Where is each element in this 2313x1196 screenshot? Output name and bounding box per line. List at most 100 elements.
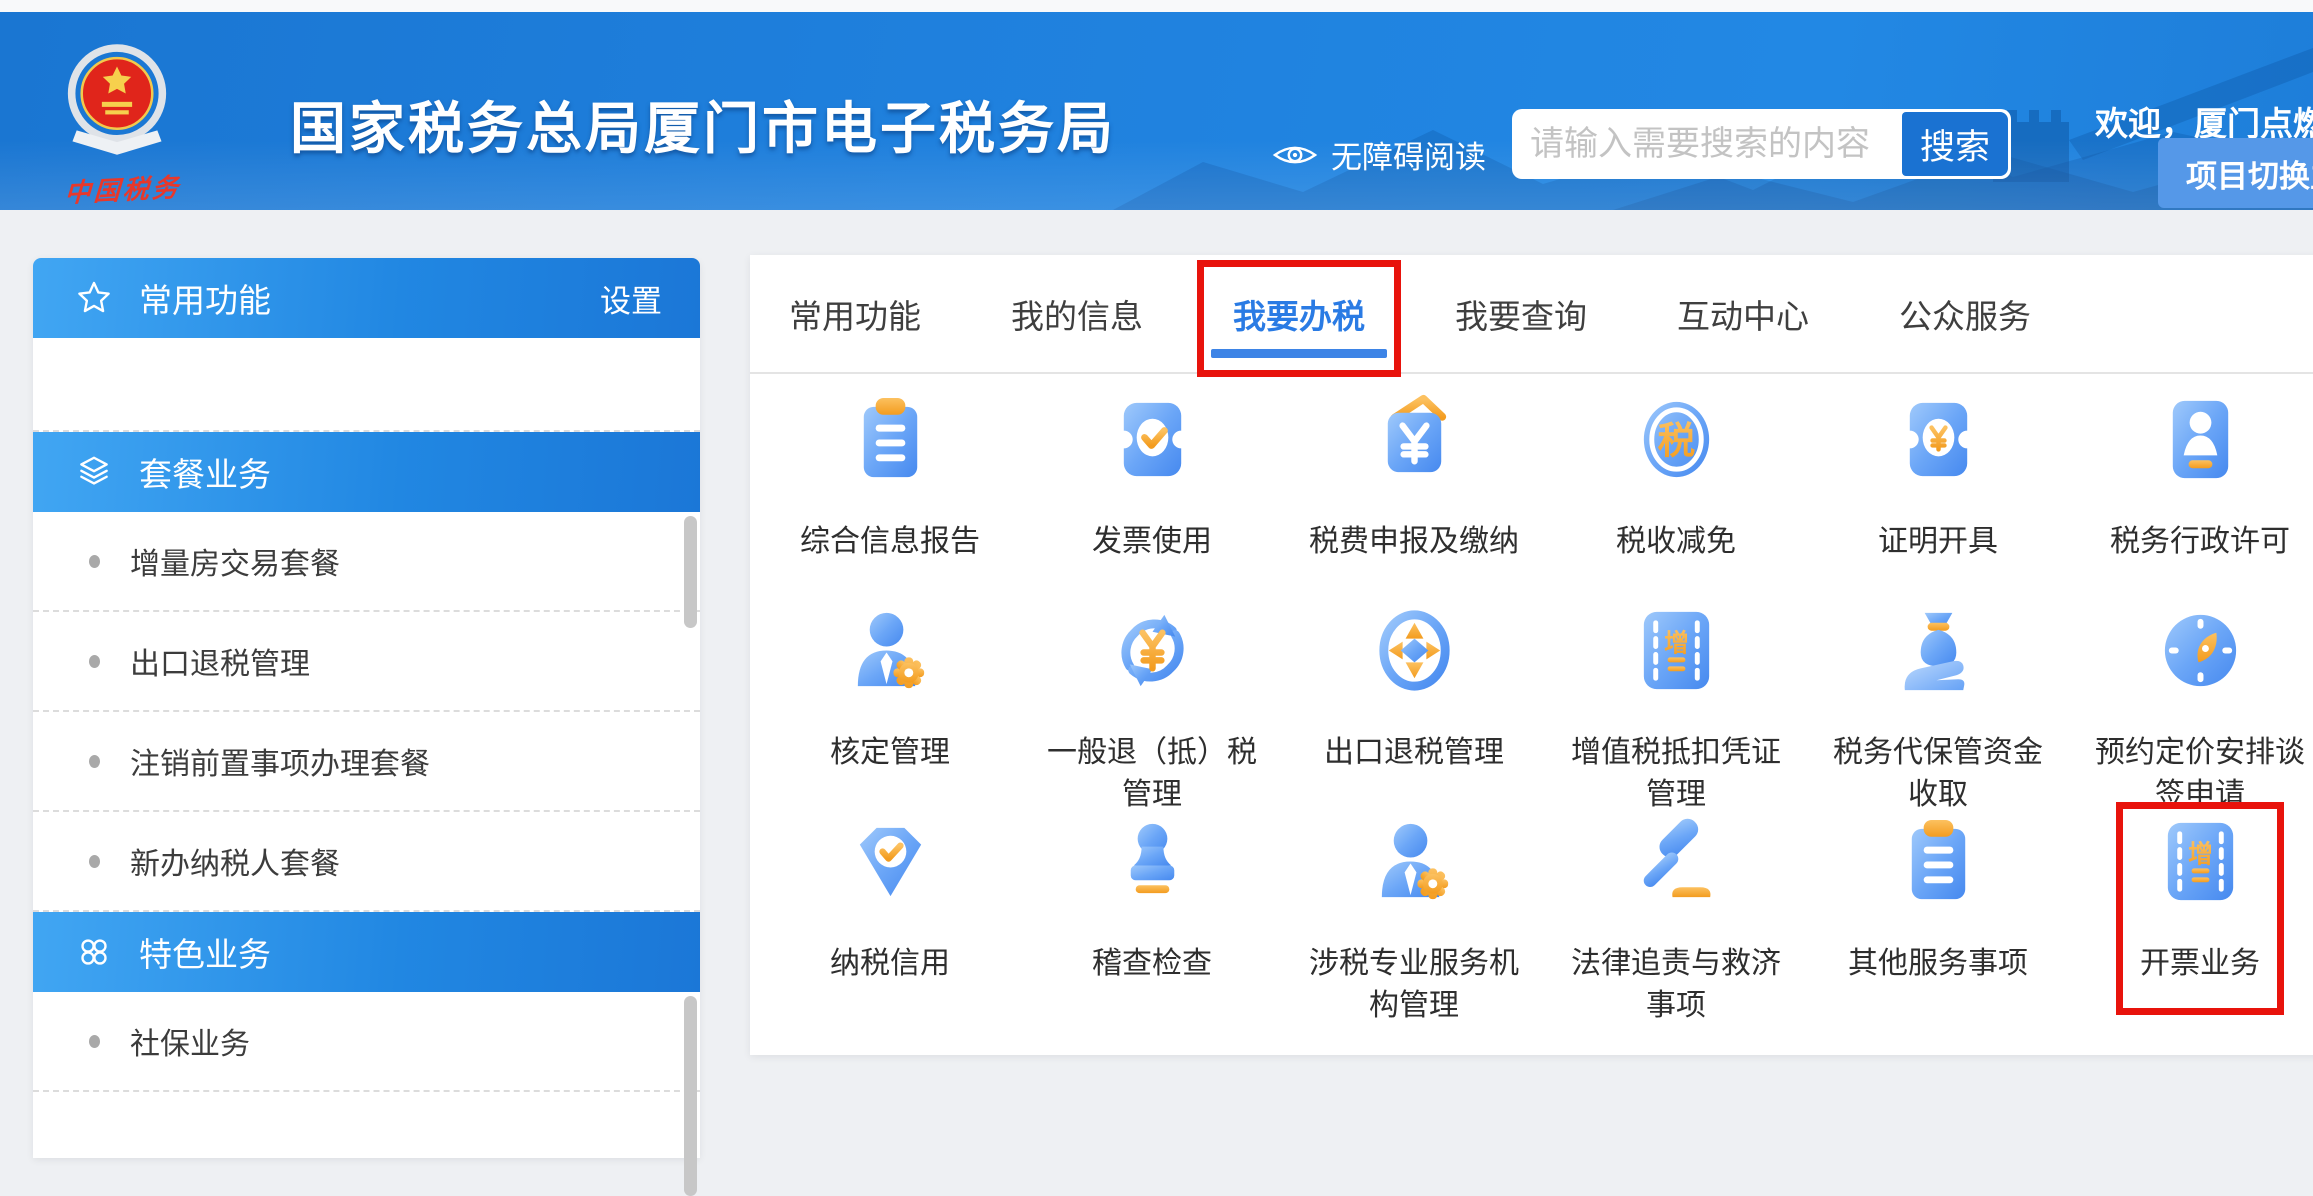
- sidebar-item-label: 增量房交易套餐: [130, 539, 340, 583]
- grid-item-legal-liability-and-relief[interactable]: 法律追责与救济事项: [1566, 814, 1786, 1025]
- tab-interaction-center[interactable]: 互动中心: [1671, 255, 1815, 372]
- grid-item-tax-declaration-and-payment[interactable]: 税费申报及缴纳: [1304, 392, 1524, 603]
- sidebar: 常用功能 设置套餐业务增量房交易套餐出口退税管理注销前置事项办理套餐新办纳税人套餐…: [33, 258, 700, 1158]
- grid-item-advance-pricing-arrangement-application[interactable]: 预约定价安排谈签申请: [2090, 603, 2310, 814]
- svg-text:增: 增: [1664, 628, 1689, 657]
- tab-my-info[interactable]: 我的信息: [1005, 255, 1149, 372]
- grid-item-tax-custody-funds-collection[interactable]: 税务代保管资金收取: [1828, 603, 2048, 814]
- grid-item-invoicing-business[interactable]: 增开票业务: [2090, 814, 2310, 1025]
- project-switch-button[interactable]: 项目切换主页: [2158, 138, 2313, 208]
- person-gear-icon: [843, 603, 938, 698]
- person-gear-icon: [1367, 814, 1462, 909]
- clipboard-icon: [1891, 814, 1986, 909]
- tab-inquiry[interactable]: 我要查询: [1449, 255, 1593, 372]
- grid-item-label: 证明开具: [1828, 521, 2048, 563]
- grid-item-label: 纳税信用: [780, 943, 1000, 985]
- layers-icon: [75, 453, 113, 491]
- browser-top-strip: [0, 0, 2313, 12]
- sidebar-list-featured-services: 社保业务: [33, 992, 700, 1092]
- sidebar-section-header-package-services[interactable]: 套餐业务: [33, 432, 700, 512]
- stamp-icon: [1105, 814, 1200, 909]
- grid-item-label: 涉税专业服务机构管理: [1304, 943, 1524, 1027]
- grid-item-invoice-usage[interactable]: 发票使用: [1042, 392, 1262, 603]
- gavel-icon: [1629, 814, 1724, 909]
- grid-item-label: 发票使用: [1042, 521, 1262, 563]
- svg-text:税: 税: [1657, 419, 1695, 461]
- search-input[interactable]: [1512, 109, 1900, 179]
- moneybag-yen-icon: [1367, 392, 1462, 487]
- eye-icon: [1272, 139, 1318, 171]
- accessibility-label: 无障碍阅读: [1331, 132, 1486, 177]
- grid-item-comprehensive-info-report[interactable]: 综合信息报告: [780, 392, 1000, 603]
- ticket-check-icon: [1105, 392, 1200, 487]
- grid-item-label: 一般退（抵）税管理: [1042, 732, 1262, 816]
- grid-item-label: 综合信息报告: [780, 521, 1000, 563]
- sidebar-section-header-frequent-functions[interactable]: 常用功能 设置: [33, 258, 700, 338]
- tax-emblem-logo: [58, 38, 176, 164]
- site-header: 中国税务 国家税务总局厦门市电子税务局 无障碍阅读 搜索 欢迎，厦门点燃 项目切…: [0, 12, 2313, 210]
- refund-cycle-icon: [1105, 603, 1200, 698]
- tax-seal-icon: 税: [1629, 392, 1724, 487]
- tab-tax-handling[interactable]: 我要办税: [1227, 255, 1371, 372]
- accessibility-toggle[interactable]: 无障碍阅读: [1272, 132, 1486, 177]
- grid-item-label: 其他服务事项: [1828, 943, 2048, 985]
- grid-item-general-refund-credit-management[interactable]: 一般退（抵）税管理: [1042, 603, 1262, 814]
- grid-item-label: 税务行政许可: [2090, 521, 2310, 563]
- grid-item-certificate-issuance[interactable]: 证明开具: [1828, 392, 2048, 603]
- grid-item-tax-reduction-exemption[interactable]: 税税收减免: [1566, 392, 1786, 603]
- grid-item-tax-professional-service-agency-management[interactable]: 涉税专业服务机构管理: [1304, 814, 1524, 1025]
- grid-item-label: 法律追责与救济事项: [1566, 943, 1786, 1027]
- sidebar-section-title: 特色业务: [139, 928, 271, 976]
- sidebar-item-social-security[interactable]: 社保业务: [33, 992, 700, 1092]
- logo-caption: 中国税务: [47, 166, 200, 210]
- sidebar-item-export-tax-refund[interactable]: 出口退税管理: [33, 612, 700, 712]
- grid-icon: [75, 933, 113, 971]
- grid-item-label: 开票业务: [2090, 943, 2310, 985]
- invoice-icon: 增: [2153, 814, 2248, 909]
- sidebar-item-label: 出口退税管理: [130, 639, 310, 683]
- sidebar-section-header-featured-services[interactable]: 特色业务: [33, 912, 700, 992]
- compass-icon: [2153, 603, 2248, 698]
- function-grid: 综合信息报告发票使用税费申报及缴纳税税收减免证明开具税务行政许可核定管理一般退（…: [750, 374, 2313, 1025]
- grid-item-assessment-management[interactable]: 核定管理: [780, 603, 1000, 814]
- tab-public-services[interactable]: 公众服务: [1893, 255, 2037, 372]
- bullet-icon: [89, 855, 100, 868]
- grid-item-label: 稽查检查: [1042, 943, 1262, 985]
- sidebar-item-new-taxpayer-package[interactable]: 新办纳税人套餐: [33, 812, 700, 912]
- grid-item-export-tax-refund-management[interactable]: 出口退税管理: [1304, 603, 1524, 814]
- scrollbar-thumb[interactable]: [684, 516, 697, 628]
- grid-item-label: 税务代保管资金收取: [1828, 732, 2048, 816]
- tab-frequent-functions[interactable]: 常用功能: [783, 255, 927, 372]
- grid-item-label: 出口退税管理: [1304, 732, 1524, 774]
- star-icon: [75, 279, 113, 317]
- grid-item-other-service-matters[interactable]: 其他服务事项: [1828, 814, 2048, 1025]
- grid-item-tax-credit[interactable]: 纳税信用: [780, 814, 1000, 1025]
- svg-text:增: 增: [2188, 839, 2213, 868]
- grid-item-label: 核定管理: [780, 732, 1000, 774]
- main-panel: 常用功能我的信息我要办税我要查询互动中心公众服务 综合信息报告发票使用税费申报及…: [750, 255, 2313, 1055]
- search-button[interactable]: 搜索: [1902, 112, 2008, 176]
- grid-item-tax-administrative-license[interactable]: 税务行政许可: [2090, 392, 2310, 603]
- grid-item-inspection-check[interactable]: 稽查检查: [1042, 814, 1262, 1025]
- scrollbar-thumb[interactable]: [684, 996, 697, 1196]
- vat-voucher-icon: 增: [1629, 603, 1724, 698]
- main-tabbar: 常用功能我的信息我要办税我要查询互动中心公众服务: [750, 255, 2313, 374]
- sidebar-item-cancellation-pre-matters-package[interactable]: 注销前置事项办理套餐: [33, 712, 700, 812]
- sidebar-section-title: 套餐业务: [139, 448, 271, 496]
- grid-item-label: 增值税抵扣凭证管理: [1566, 732, 1786, 816]
- sidebar-list-package-services: 增量房交易套餐出口退税管理注销前置事项办理套餐新办纳税人套餐: [33, 512, 700, 912]
- sidebar-item-label: 社保业务: [130, 1019, 250, 1063]
- hand-moneybag-icon: [1891, 603, 1986, 698]
- sidebar-item-incremental-housing-package[interactable]: 增量房交易套餐: [33, 512, 700, 612]
- credit-badge-icon: [843, 814, 938, 909]
- sidebar-section-title: 常用功能: [139, 274, 271, 322]
- sidebar-settings-link[interactable]: 设置: [600, 276, 662, 321]
- site-title: 国家税务总局厦门市电子税务局: [290, 84, 1116, 165]
- search-box: 搜索: [1512, 109, 2011, 179]
- sidebar-item-label: 注销前置事项办理套餐: [130, 739, 430, 783]
- grid-item-label: 预约定价安排谈签申请: [2090, 732, 2310, 816]
- grid-item-vat-deduction-voucher-management[interactable]: 增增值税抵扣凭证管理: [1566, 603, 1786, 814]
- ticket-yen-icon: [1891, 392, 1986, 487]
- bullet-icon: [89, 755, 100, 768]
- bullet-icon: [89, 655, 100, 668]
